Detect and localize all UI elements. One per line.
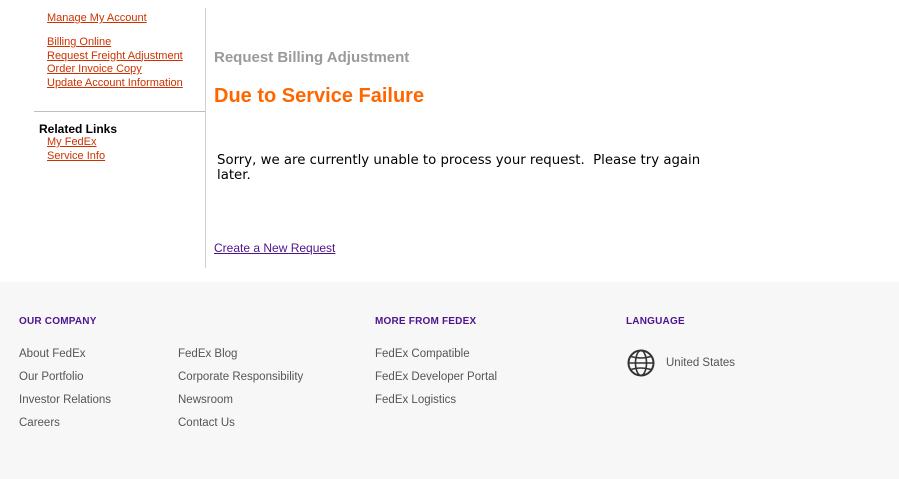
create-new-request-link[interactable]: Create a New Request <box>214 241 335 255</box>
sidebar-link-request-freight-adjustment[interactable]: Request Freight Adjustment <box>47 50 183 64</box>
footer-link-investor-relations[interactable]: Investor Relations <box>19 394 111 406</box>
footer-link-contact-us[interactable]: Contact Us <box>178 417 235 429</box>
footer-link-about-fedex[interactable]: About FedEx <box>19 348 85 360</box>
footer-link-newsroom[interactable]: Newsroom <box>178 394 233 406</box>
footer-link-our-portfolio[interactable]: Our Portfolio <box>19 371 84 383</box>
footer-link-fedex-blog[interactable]: FedEx Blog <box>178 348 237 360</box>
error-message-line-1: Sorry, we are currently unable to proces… <box>217 153 701 168</box>
footer-link-fedex-compatible[interactable]: FedEx Compatible <box>375 348 470 360</box>
sidebar-nav: Manage My Account Billing Online Request… <box>34 8 206 268</box>
page-heading: Request Billing Adjustment <box>214 49 410 66</box>
related-links: My FedEx Service Info <box>47 136 105 163</box>
footer-heading-our-company: OUR COMPANY <box>19 316 97 327</box>
sidebar-link-service-info[interactable]: Service Info <box>47 150 105 164</box>
related-links-heading: Related Links <box>39 122 118 136</box>
footer-link-corporate-responsibility[interactable]: Corporate Responsibility <box>178 371 303 383</box>
page-title: Due to Service Failure <box>214 85 425 107</box>
footer-link-fedex-logistics[interactable]: FedEx Logistics <box>375 394 456 406</box>
language-selector[interactable]: United States <box>666 357 735 369</box>
footer-heading-language: LANGUAGE <box>626 316 685 327</box>
billing-links: Billing Online Request Freight Adjustmen… <box>47 36 183 90</box>
footer-link-fedex-developer-portal[interactable]: FedEx Developer Portal <box>375 371 497 383</box>
error-message: Sorry, we are currently unable to proces… <box>217 153 714 183</box>
footer-link-careers[interactable]: Careers <box>19 417 60 429</box>
sidebar-divider <box>34 111 205 112</box>
error-message-line-2: later. <box>217 168 251 183</box>
site-footer: OUR COMPANY About FedEx Our Portfolio In… <box>0 282 899 479</box>
sidebar-link-order-invoice-copy[interactable]: Order Invoice Copy <box>47 63 183 77</box>
sidebar-link-billing-online[interactable]: Billing Online <box>47 36 183 50</box>
footer-heading-more-from-fedex: MORE FROM FEDEX <box>375 316 477 327</box>
globe-icon[interactable] <box>627 349 655 377</box>
account-links: Manage My Account <box>47 12 147 26</box>
sidebar-link-my-fedex[interactable]: My FedEx <box>47 136 105 150</box>
sidebar-link-manage-my-account[interactable]: Manage My Account <box>47 12 147 26</box>
sidebar-link-update-account-information[interactable]: Update Account Information <box>47 77 183 91</box>
